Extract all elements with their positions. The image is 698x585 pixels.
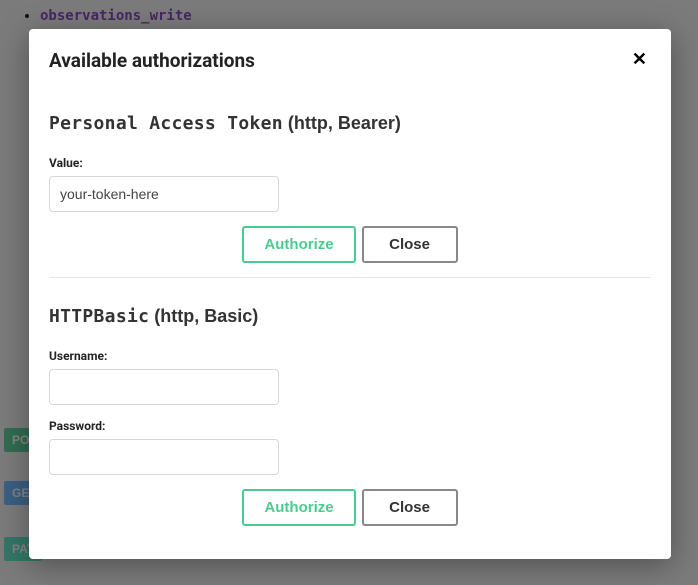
token-input[interactable] xyxy=(49,176,279,212)
scheme-name: Personal Access Token xyxy=(49,113,283,134)
scheme-bearer: Personal Access Token (http, Bearer) Val… xyxy=(49,85,651,277)
username-label: Username: xyxy=(49,349,651,363)
close-icon[interactable]: ✕ xyxy=(628,47,651,73)
password-label: Password: xyxy=(49,419,651,433)
button-row: Authorize Close xyxy=(49,226,651,263)
close-button[interactable]: Close xyxy=(362,226,458,263)
scheme-title: Personal Access Token (http, Bearer) xyxy=(49,113,651,134)
scheme-detail: (http, Basic) xyxy=(149,306,258,326)
close-button[interactable]: Close xyxy=(362,489,458,526)
modal-title: Available authorizations xyxy=(49,49,255,72)
modal-header: Available authorizations ✕ xyxy=(49,29,651,85)
value-label: Value: xyxy=(49,156,651,170)
scheme-name: HTTPBasic xyxy=(49,306,149,327)
password-input[interactable] xyxy=(49,439,279,475)
authorize-button[interactable]: Authorize xyxy=(242,226,355,263)
scheme-title: HTTPBasic (http, Basic) xyxy=(49,306,651,327)
auth-modal: Available authorizations ✕ Personal Acce… xyxy=(29,29,671,559)
authorize-button[interactable]: Authorize xyxy=(242,489,355,526)
button-row: Authorize Close xyxy=(49,489,651,526)
username-input[interactable] xyxy=(49,369,279,405)
scheme-basic: HTTPBasic (http, Basic) Username: Passwo… xyxy=(49,277,651,540)
scheme-detail: (http, Bearer) xyxy=(283,113,401,133)
